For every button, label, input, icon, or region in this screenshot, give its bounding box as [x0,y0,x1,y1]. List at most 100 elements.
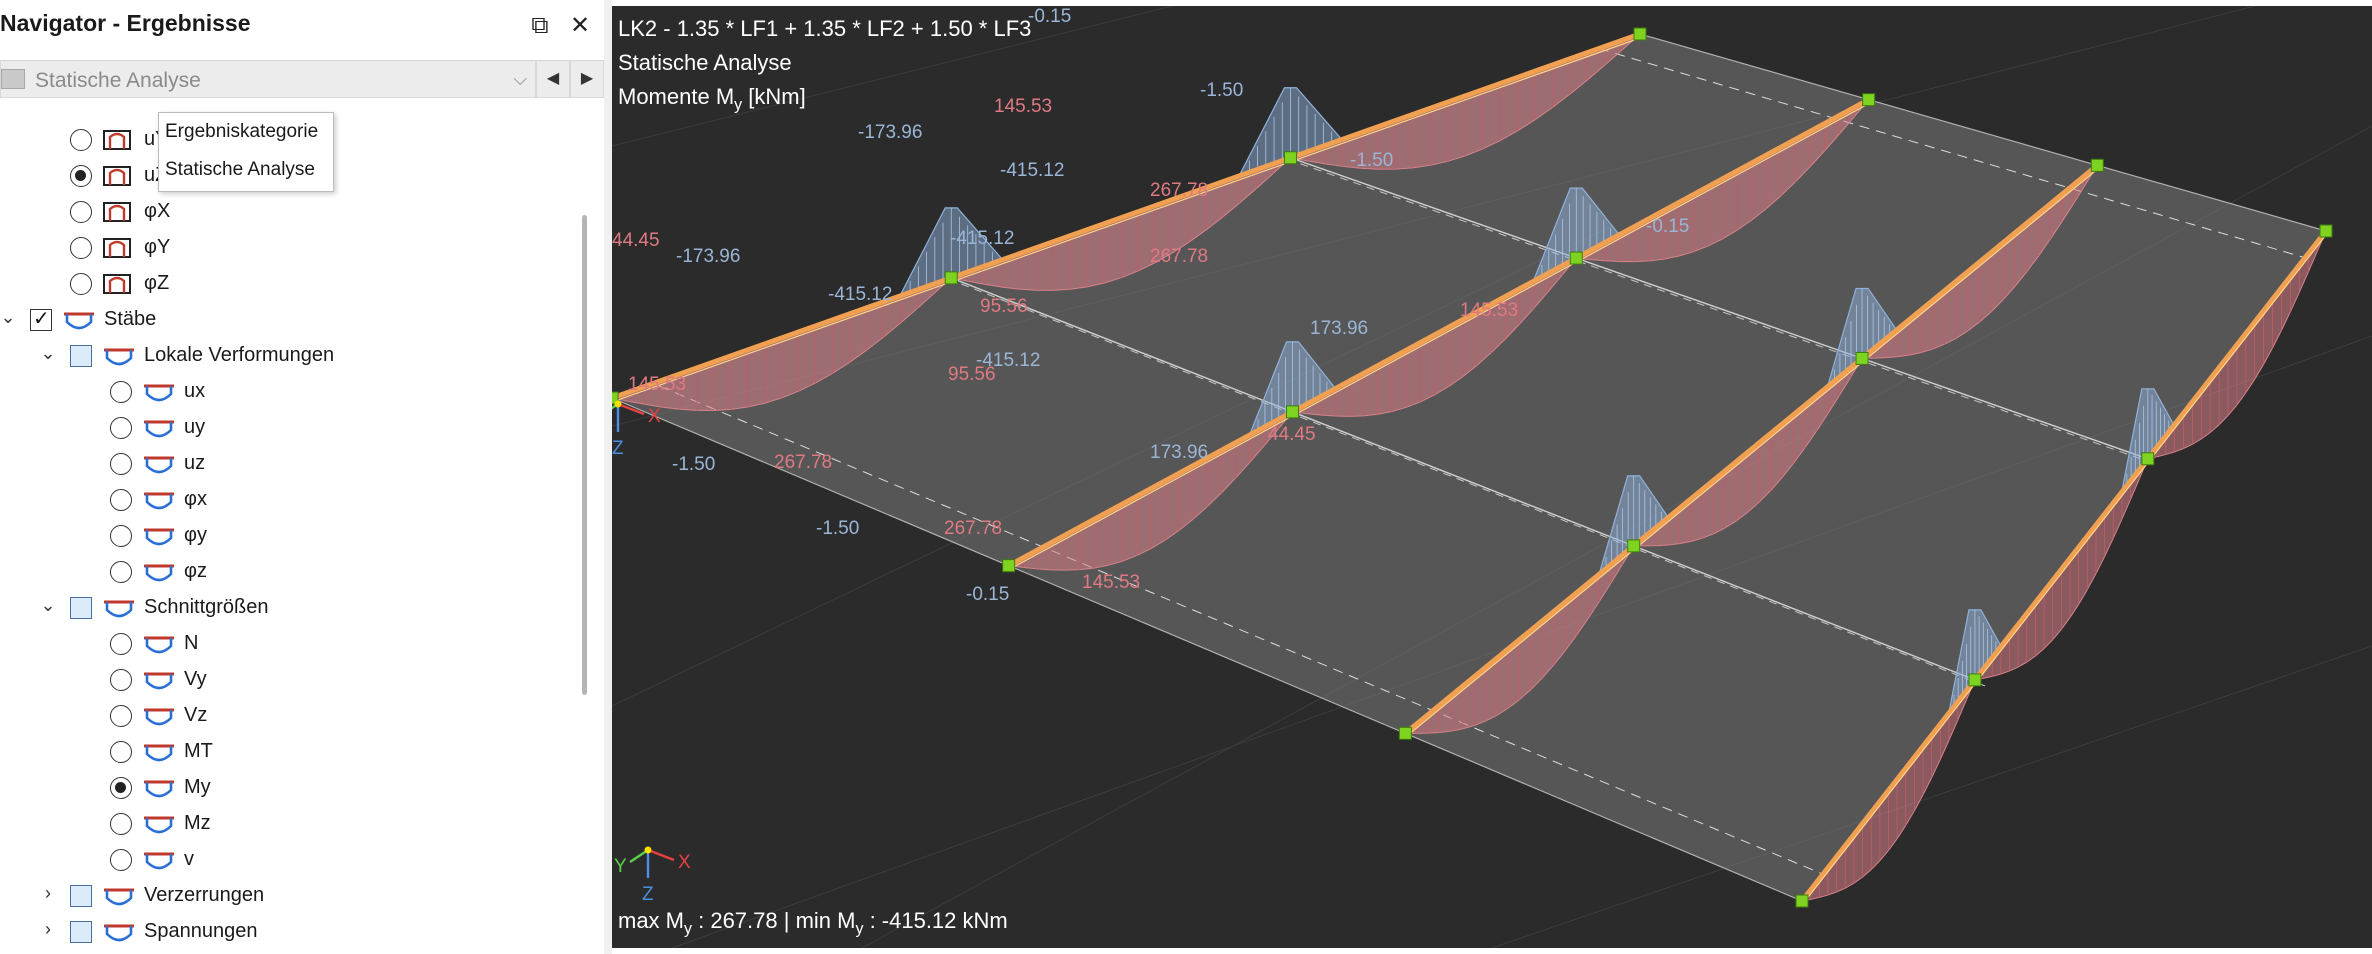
moment-value-label: 145.53 [628,374,686,395]
radio-phiy-global[interactable] [70,237,92,259]
tree-item-label: Vz [184,704,208,726]
tree-item-vy[interactable]: Vy [0,662,570,696]
tooltip: Ergebniskategorie Statische Analyse [158,112,334,192]
radio-phix-global[interactable] [70,201,92,223]
view-axis-z-label: Z [642,884,654,905]
node-marker [1283,151,1297,165]
tree-node-label: Lokale Verformungen [144,344,335,366]
radio-v[interactable] [110,849,132,871]
node-marker [2319,224,2333,238]
member-diagram-icon [144,780,174,798]
previous-category-button[interactable]: ◀ [536,60,570,98]
tree-item-label: v [184,848,194,870]
moment-value-label: 145.53 [1460,300,1518,321]
result-category-value: Statische Analyse [35,69,201,92]
moment-value-label: 267.78 [1150,246,1208,267]
moment-value-label: -415.12 [950,228,1014,249]
chevron-right-icon[interactable]: › [40,919,56,940]
tree-item-ux[interactable]: ux [0,374,570,408]
radio-phiy[interactable] [110,525,132,547]
tree-node-staebe[interactable]: ⌄ Stäbe [0,302,570,336]
member-diagram-icon [144,708,174,726]
checkbox-schnittgroessen[interactable] [70,597,92,619]
member-diagram-icon [144,816,174,834]
radio-vy[interactable] [110,669,132,691]
navigator-panel: Navigator - Ergebnisse ⧉ ✕ Statische Ana… [0,0,604,954]
tree-scrollbar[interactable] [582,215,587,695]
deformation-node-icon [103,130,131,150]
tree-item-my[interactable]: My [0,770,570,804]
tree-item-v[interactable]: v [0,842,570,876]
chevron-right-icon[interactable]: › [40,883,56,904]
tree-item-label: φX [144,200,171,222]
tree-item-mt[interactable]: MT [0,734,570,768]
tree-item-phiy[interactable]: φy [0,518,570,552]
next-category-button[interactable]: ▶ [570,60,604,98]
view-axis-x-label: X [678,852,691,873]
tree-item-phiz-global[interactable]: φZ [0,266,570,300]
moment-value-label: -0.15 [1646,216,1689,237]
tree-item-phix-global[interactable]: φX [0,194,570,228]
tree-item-label: φx [184,488,207,510]
tree-node-spannungen[interactable]: › Spannungen [0,914,570,948]
tree-item-label: ux [184,380,206,402]
tree-node-lokale-verformungen[interactable]: ⌄ Lokale Verformungen [0,338,570,372]
result-category-combo[interactable]: Statische Analyse ⌵ [0,60,536,98]
restore-window-icon[interactable]: ⧉ [526,12,554,40]
node-marker [1285,405,1299,419]
radio-uz-global[interactable] [70,165,92,187]
chevron-down-icon[interactable]: ⌄ [0,307,16,328]
moment-value-label: -415.12 [828,284,892,305]
deformation-node-icon [103,202,131,222]
radio-n[interactable] [110,633,132,655]
moment-value-label: -0.15 [1028,6,1071,27]
tree-item-mz[interactable]: Mz [0,806,570,840]
node-marker [1627,539,1641,553]
tree-node-schnittgroessen[interactable]: ⌄ Schnittgrößen [0,590,570,624]
view-axis-x-axis [647,848,675,862]
radio-ux[interactable] [110,381,132,403]
tree-item-phiz[interactable]: φz [0,554,570,588]
radio-mt[interactable] [110,741,132,763]
radio-mz[interactable] [110,813,132,835]
member-diagram-icon [144,636,174,654]
radio-uy[interactable] [110,417,132,439]
radio-my[interactable] [110,777,132,799]
radio-vz[interactable] [110,705,132,727]
tree-item-uz[interactable]: uz [0,446,570,480]
deformation-node-icon [103,238,131,258]
chevron-down-icon[interactable]: ⌄ [40,343,56,364]
radio-uy-global[interactable] [70,129,92,151]
tree-item-phiy-global[interactable]: φY [0,230,570,264]
checkbox-lokale-verformungen[interactable] [70,345,92,367]
radio-phiz[interactable] [110,561,132,583]
radio-uz[interactable] [110,453,132,475]
chevron-down-icon[interactable]: ⌵ [513,69,527,90]
tree-node-label: Schnittgrößen [144,596,269,618]
checkbox-staebe[interactable] [30,306,52,331]
member-diagram-icon [144,852,174,870]
tree-item-label: Vy [184,668,207,690]
tree-node-label: Verzerrungen [144,884,265,906]
model-view[interactable]: -0.15 145.53 -1.50 -173.96 -415.12 267.78 -1.5… [612,6,2372,948]
node-marker [1795,894,1809,908]
member-diagram-icon [144,492,174,510]
member-diagram-icon [144,564,174,582]
tree-item-phix[interactable]: φx [0,482,570,516]
radio-phiz-global[interactable] [70,273,92,295]
node-marker [1633,27,1647,41]
tree-node-verzerrungen[interactable]: › Verzerrungen [0,878,570,912]
checkbox-verzerrungen[interactable] [70,885,92,907]
chevron-down-icon[interactable]: ⌄ [40,595,56,616]
load-combination-title: LK2 - 1.35 * LF1 + 1.35 * LF2 + 1.50 * L… [618,16,1032,41]
close-icon[interactable]: ✕ [566,12,594,40]
radio-phix[interactable] [110,489,132,511]
moment-value-label: 95.56 [980,296,1028,317]
tooltip-line-2: Statische Analyse [165,159,315,180]
tree-item-uy[interactable]: uy [0,410,570,444]
panel-splitter[interactable] [604,0,612,954]
tree-item-label: φY [144,236,171,258]
tree-item-vz[interactable]: Vz [0,698,570,732]
checkbox-spannungen[interactable] [70,921,92,943]
tree-item-n[interactable]: N [0,626,570,660]
